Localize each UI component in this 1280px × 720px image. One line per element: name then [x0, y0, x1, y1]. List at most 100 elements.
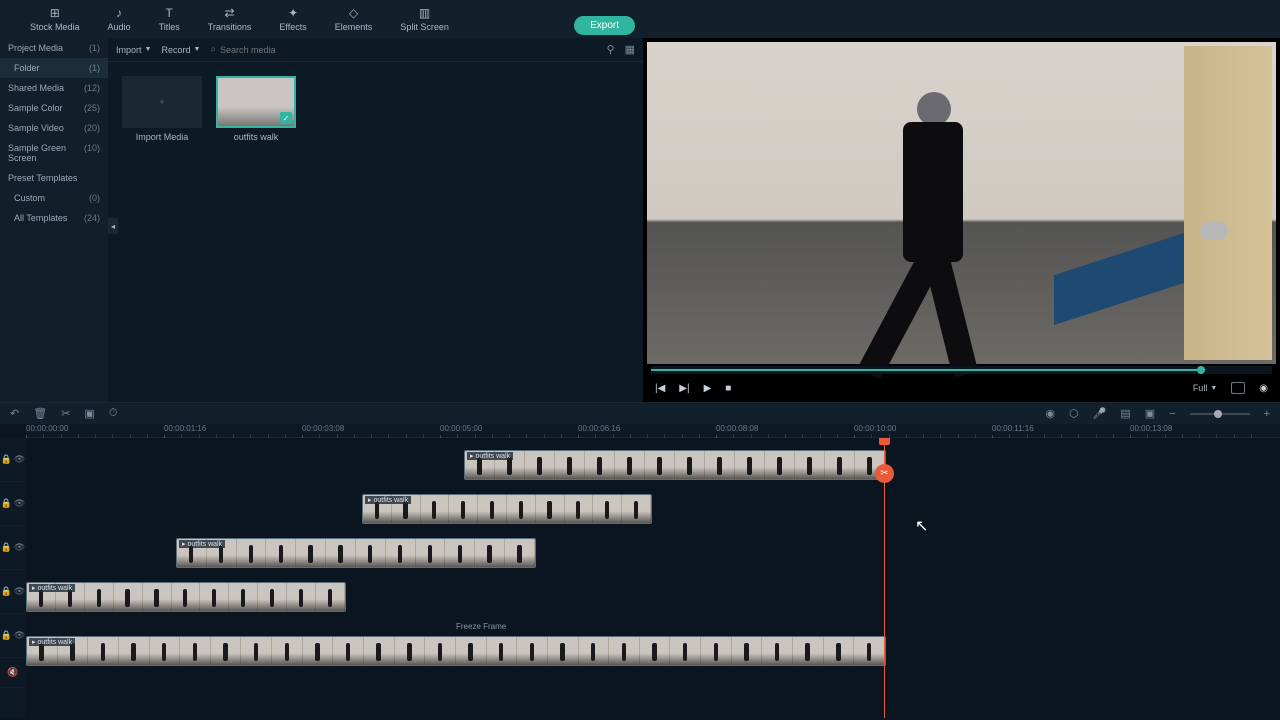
sidebar-item-all-templates[interactable]: All Templates(24) [0, 208, 108, 228]
ruler-tick: 00:00:10:00 [854, 424, 896, 433]
clip-audio-strip[interactable] [27, 665, 885, 666]
lock-icon[interactable]: 🔒 [1, 586, 12, 597]
search-input[interactable] [220, 45, 597, 55]
timeline-toolbar: ↶ 🗑 ✂ ▣ ⏱ ◉ ⬡ 🎤 ▤ ▣ − + [0, 402, 1280, 424]
ruler-tick: 00:00:05:00 [440, 424, 482, 433]
eye-icon[interactable]: 👁 [14, 630, 25, 641]
sidebar-item-sample-video[interactable]: Sample Video(20) [0, 118, 108, 138]
next-frame-button[interactable]: ▶| [679, 383, 689, 394]
media-clip[interactable]: ✓ [216, 76, 296, 128]
sidebar-item-preset-templates[interactable]: Preset Templates [0, 168, 108, 188]
delete-icon[interactable]: 🗑 [33, 407, 47, 420]
media-clip-label: outfits walk [234, 132, 279, 142]
audio-icon: ♪ [112, 6, 126, 20]
tab-elements[interactable]: ◇Elements [331, 6, 377, 32]
ruler-tick: 00:00:00:00 [26, 424, 68, 433]
clip-label: ▸ outfits walk [29, 638, 75, 646]
clip-audio-strip[interactable] [27, 611, 345, 612]
sidebar-item-shared-media[interactable]: Shared Media(12) [0, 78, 108, 98]
sidebar-item-custom[interactable]: Custom(0) [0, 188, 108, 208]
tab-audio[interactable]: ♪Audio [104, 6, 135, 32]
clip-audio-strip[interactable] [177, 567, 535, 568]
export-button[interactable]: Export [574, 16, 635, 35]
titles-icon: T [162, 6, 176, 20]
play-button[interactable]: ▶ [704, 383, 712, 394]
sidebar-item-folder[interactable]: Folder(1) [0, 58, 108, 78]
preview-canvas[interactable] [647, 42, 1276, 364]
timeline-clip[interactable]: ▸ outfits walk [176, 538, 536, 568]
tab-transitions[interactable]: ⇄Transitions [204, 6, 256, 32]
eye-icon[interactable]: 👁 [14, 542, 25, 553]
clip-audio-strip[interactable] [465, 479, 885, 480]
top-toolbar: ⊞Stock Media ♪Audio TTitles ⇄Transitions ✦Ef… [0, 0, 1280, 38]
timeline-clip[interactable]: ▸ outfits walk [464, 450, 886, 480]
clip-label: ▸ outfits walk [179, 540, 225, 548]
split-icon[interactable]: ✂ [61, 407, 70, 420]
eye-icon[interactable]: 👁 [14, 586, 25, 597]
sidebar-item-sample-color[interactable]: Sample Color(25) [0, 98, 108, 118]
eye-icon[interactable]: 👁 [14, 498, 25, 509]
tab-split-screen[interactable]: ▥Split Screen [396, 6, 453, 32]
preview-layout-button[interactable] [1231, 382, 1245, 394]
import-dropdown[interactable]: Import▼ [116, 45, 151, 55]
clip-audio-strip[interactable] [363, 523, 651, 524]
clip-label: ▸ outfits walk [29, 584, 75, 592]
import-media-label: Import Media [136, 132, 189, 142]
lock-icon[interactable]: 🔒 [1, 454, 12, 465]
tab-titles[interactable]: TTitles [155, 6, 184, 32]
clip-label: ▸ outfits walk [467, 452, 513, 460]
render-icon[interactable]: ◉ [1045, 407, 1055, 420]
playhead[interactable]: ✂ [884, 438, 885, 718]
snapshot-button[interactable]: ◉ [1259, 383, 1268, 394]
timeline-clip[interactable]: ▸ outfits walk [26, 636, 886, 666]
lock-icon[interactable]: 🔒 [1, 542, 12, 553]
timeline-clip[interactable]: ▸ outfits walk [26, 582, 346, 612]
zoom-in-icon[interactable]: + [1264, 408, 1270, 420]
ruler-tick: 00:00:03:08 [302, 424, 344, 433]
mute-icon[interactable]: 🔇 [7, 667, 18, 678]
search-icon: ⌕ [210, 44, 216, 55]
prev-frame-button[interactable]: |◀ [655, 383, 665, 394]
media-sidebar: Project Media(1)Folder(1)Shared Media(12… [0, 38, 108, 402]
preview-pane: |◀ ▶| ▶ ■ Full▼ ◉ [643, 38, 1280, 402]
lock-icon[interactable]: 🔒 [1, 498, 12, 509]
clip-label: ▸ outfits walk [365, 496, 411, 504]
lock-icon[interactable]: 🔒 [1, 630, 12, 641]
stop-button[interactable]: ■ [725, 383, 731, 394]
mic-icon[interactable]: 🎤 [1093, 407, 1107, 420]
tab-stock-media[interactable]: ⊞Stock Media [26, 6, 84, 32]
collapse-sidebar-button[interactable]: ◂ [108, 218, 118, 234]
timeline-tracks: 🔒👁 🔒👁 🔒👁 🔒👁 🔒👁 🔇 Freeze Frame ▸ outfits … [0, 438, 1280, 718]
elements-icon: ◇ [347, 6, 361, 20]
speed-icon[interactable]: ⏱ [109, 407, 118, 420]
marker-icon[interactable]: ⬡ [1069, 407, 1079, 420]
tab-effects[interactable]: ✦Effects [275, 6, 310, 32]
preview-scrubber[interactable] [651, 366, 1272, 374]
mixer-icon[interactable]: ▤ [1120, 407, 1130, 420]
track-headers: 🔒👁 🔒👁 🔒👁 🔒👁 🔒👁 🔇 [0, 438, 26, 718]
sidebar-item-project-media[interactable]: Project Media(1) [0, 38, 108, 58]
check-icon: ✓ [280, 112, 292, 124]
ruler-tick: 00:00:08:08 [716, 424, 758, 433]
stock-media-icon: ⊞ [48, 6, 62, 20]
plus-icon: + [159, 97, 164, 107]
zoom-slider[interactable] [1190, 413, 1250, 415]
eye-icon[interactable]: 👁 [14, 454, 25, 465]
timeline-ruler[interactable]: 00:00:00:0000:00:01:1600:00:03:0800:00:0… [26, 424, 1280, 438]
transitions-icon: ⇄ [223, 6, 237, 20]
split-screen-icon: ▥ [418, 6, 432, 20]
search-box: ⌕ [210, 44, 596, 55]
import-media-tile[interactable]: + [122, 76, 202, 128]
preview-size-dropdown[interactable]: Full▼ [1193, 383, 1217, 393]
undo-icon[interactable]: ↶ [10, 407, 19, 420]
sidebar-item-sample-green-screen[interactable]: Sample Green Screen(10) [0, 138, 108, 168]
scissor-icon[interactable]: ✂ [875, 464, 894, 483]
grid-view-icon[interactable]: ▦ [625, 43, 635, 56]
crop-icon[interactable]: ▣ [84, 407, 94, 420]
zoom-out-icon[interactable]: − [1169, 408, 1175, 420]
filter-icon[interactable]: ⚲ [607, 43, 615, 56]
timeline-clip[interactable]: ▸ outfits walk [362, 494, 652, 524]
record-dropdown[interactable]: Record▼ [161, 45, 200, 55]
ruler-tick: 00:00:11:16 [992, 424, 1034, 433]
settings-icon[interactable]: ▣ [1145, 407, 1155, 420]
